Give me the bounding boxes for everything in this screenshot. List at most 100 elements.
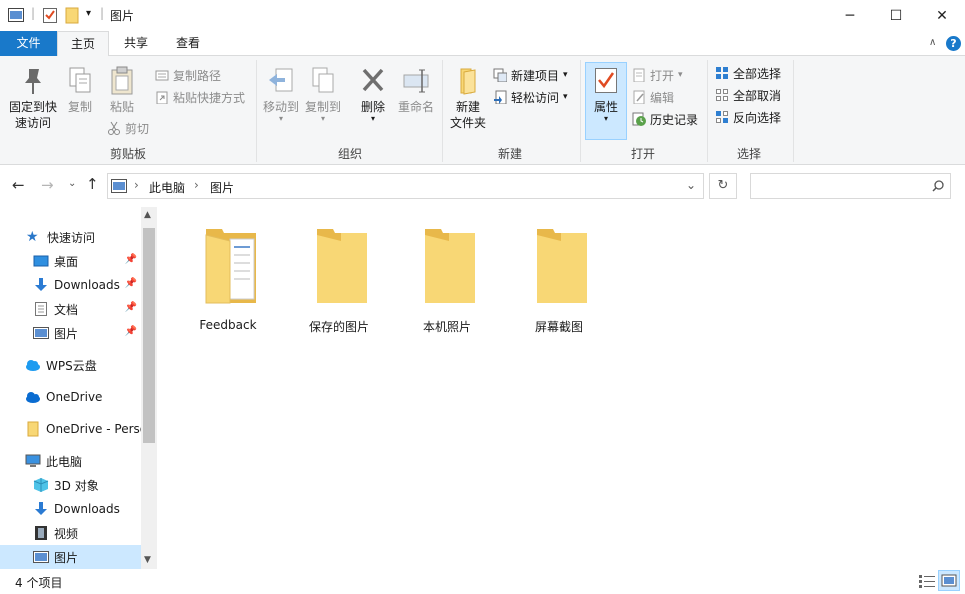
nav-item-wps-cloud[interactable]: WPS云盘: [0, 353, 141, 377]
forward-arrow-icon[interactable]: →: [41, 176, 54, 194]
folder-item[interactable]: 屏幕截图: [514, 225, 604, 335]
details-view-icon[interactable]: [918, 573, 936, 589]
breadcrumb-separator: ›: [194, 178, 199, 192]
search-input[interactable]: [755, 177, 925, 195]
invert-selection-icon: [716, 111, 728, 123]
tab-home[interactable]: 主页: [57, 31, 109, 57]
folder-item[interactable]: Feedback: [183, 225, 273, 332]
delete-label: 删除: [360, 100, 385, 114]
nav-label: Downloads: [54, 278, 120, 292]
select-all-icon: [716, 67, 728, 79]
select-none-icon: [716, 89, 728, 101]
copy-to-icon: [312, 67, 334, 93]
title-separator: |: [100, 6, 105, 20]
folder-label: 屏幕截图: [534, 320, 583, 334]
tab-view[interactable]: 查看: [162, 31, 214, 56]
cut-button[interactable]: 剪切: [107, 117, 149, 139]
close-button[interactable]: ✕: [919, 0, 965, 31]
search-box[interactable]: [750, 173, 951, 199]
copy-icon: [69, 67, 91, 93]
history-icon: [632, 112, 646, 126]
nav-item-pictures-pinned[interactable]: 图片 📌: [0, 321, 141, 345]
open-button[interactable]: 打开 ▾: [632, 64, 698, 86]
document-icon: [35, 302, 47, 316]
ribbon-separator: [256, 60, 257, 162]
up-arrow-icon[interactable]: ↑: [86, 175, 99, 193]
move-to-button[interactable]: 移动到 ▾: [262, 66, 300, 123]
nav-item-downloads[interactable]: Downloads 📌: [0, 273, 141, 297]
large-icons-view-button[interactable]: [938, 570, 960, 591]
easy-access-dropdown-icon: ▾: [563, 92, 568, 102]
nav-item-videos[interactable]: 视频: [0, 521, 141, 545]
tab-file[interactable]: 文件: [0, 31, 57, 56]
cube-3d-icon: [33, 478, 49, 492]
address-dropdown-chevron-icon[interactable]: ⌄: [686, 178, 696, 192]
breadcrumb-this-pc[interactable]: 此电脑: [149, 179, 185, 196]
new-item-button[interactable]: 新建项目 ▾: [493, 64, 568, 86]
edit-button[interactable]: 编辑: [632, 86, 698, 108]
nav-item-3d-objects[interactable]: 3D 对象: [0, 473, 141, 497]
new-folder-button[interactable]: 新建 文件夹: [448, 66, 488, 131]
ribbon-separator: [793, 60, 794, 162]
invert-selection-button[interactable]: 反向选择: [715, 106, 781, 128]
breadcrumb-pictures[interactable]: 图片: [210, 179, 234, 196]
select-none-button[interactable]: 全部取消: [715, 84, 781, 106]
explorer-window-icon[interactable]: [8, 8, 24, 22]
folder-item[interactable]: 本机照片: [402, 225, 492, 335]
nav-item-documents[interactable]: 文档 📌: [0, 297, 141, 321]
pin-icon[interactable]: 📌: [125, 278, 137, 289]
pin-icon[interactable]: 📌: [125, 254, 137, 265]
properties-dropdown-icon: ▾: [603, 114, 608, 123]
nav-item-desktop[interactable]: 桌面 📌: [0, 249, 141, 273]
select-all-button[interactable]: 全部选择: [715, 62, 781, 84]
copy-path-button[interactable]: 复制路径: [155, 64, 245, 86]
pin-icon[interactable]: 📌: [125, 326, 137, 337]
folder-item[interactable]: 保存的图片: [289, 225, 389, 335]
qa-dropdown-icon[interactable]: ▾: [86, 8, 91, 19]
address-bar[interactable]: › 此电脑 › 图片 ⌄: [107, 173, 704, 199]
nav-label: WPS云盘: [46, 358, 97, 373]
rename-button[interactable]: 重命名: [396, 66, 436, 115]
scroll-up-icon[interactable]: ▲: [144, 210, 151, 220]
ribbon-separator: [707, 60, 708, 162]
properties-quick-icon[interactable]: [42, 6, 60, 24]
nav-quick-access[interactable]: ★ 快速访问: [0, 225, 141, 249]
new-folder-quick-icon[interactable]: [64, 6, 82, 24]
paste-button[interactable]: 粘贴: [104, 66, 140, 115]
pictures-location-icon: [111, 179, 127, 193]
ribbon: 固定到快 速访问 复制 粘贴 复制路径 粘贴快捷方式 剪切 剪贴板 移动到 ▾ …: [0, 56, 965, 165]
minimize-button[interactable]: ─: [827, 0, 873, 31]
delete-button[interactable]: 删除 ▾: [356, 66, 390, 123]
history-button[interactable]: 历史记录: [632, 108, 698, 130]
copy-to-button[interactable]: 复制到 ▾: [304, 66, 342, 123]
easy-access-button[interactable]: 轻松访问 ▾: [493, 86, 568, 108]
nav-item-this-pc[interactable]: 此电脑: [0, 449, 141, 473]
scroll-down-icon[interactable]: ▼: [144, 555, 151, 565]
pin-icon[interactable]: 📌: [125, 302, 137, 313]
folder-label: 本机照片: [422, 320, 471, 334]
folder-icon: [27, 421, 39, 437]
nav-item-onedrive[interactable]: OneDrive: [0, 385, 141, 409]
tab-share[interactable]: 共享: [110, 31, 162, 56]
recent-locations-chevron-icon[interactable]: ⌄: [68, 178, 76, 189]
qa-separator: |: [31, 6, 36, 20]
breadcrumb-separator: ›: [134, 178, 139, 192]
refresh-button[interactable]: ↻: [709, 173, 737, 199]
maximize-button[interactable]: ☐: [873, 0, 919, 31]
edit-label: 编辑: [650, 90, 675, 105]
nav-label: 3D 对象: [54, 478, 99, 493]
nav-item-onedrive-personal[interactable]: OneDrive - Perso: [0, 417, 141, 441]
nav-item-downloads-pc[interactable]: Downloads: [0, 497, 141, 521]
collapse-ribbon-icon[interactable]: ∧: [929, 37, 936, 48]
nav-scrollbar-thumb[interactable]: [143, 228, 155, 443]
properties-button[interactable]: 属性 ▾: [585, 62, 627, 140]
move-to-dropdown-icon: ▾: [278, 114, 283, 123]
copy-to-dropdown-icon: ▾: [320, 114, 325, 123]
search-icon: [932, 180, 944, 192]
copy-button[interactable]: 复制: [63, 66, 97, 115]
nav-item-pictures-selected[interactable]: 图片: [0, 545, 141, 569]
back-arrow-icon[interactable]: ←: [12, 176, 25, 194]
help-button[interactable]: ?: [946, 36, 961, 51]
paste-shortcut-button[interactable]: 粘贴快捷方式: [155, 86, 245, 108]
pin-quick-access-button[interactable]: 固定到快 速访问: [4, 66, 62, 131]
